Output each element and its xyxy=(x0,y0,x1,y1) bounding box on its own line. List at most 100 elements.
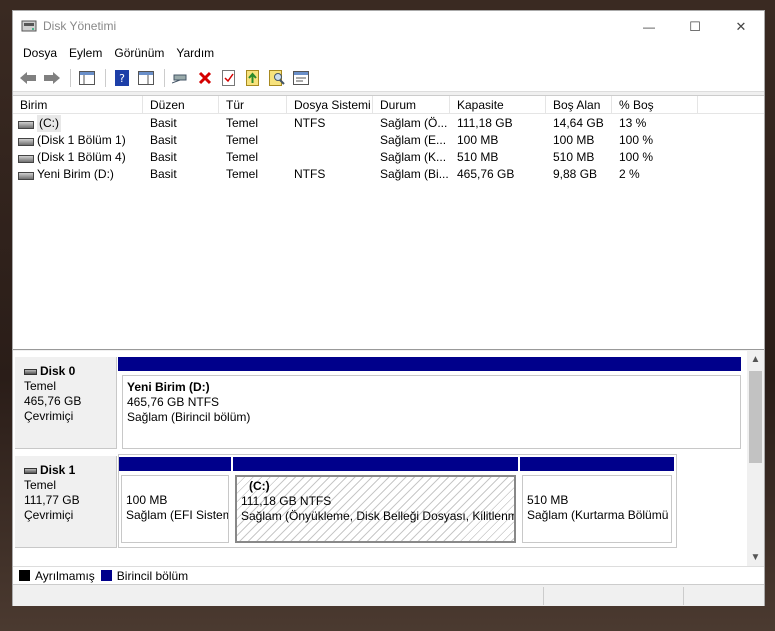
disk-1-size: 111,77 GB xyxy=(24,493,80,507)
volume-capacity: 100 MB xyxy=(457,133,499,147)
volume-layout: Basit xyxy=(150,116,177,130)
menu-dosya[interactable]: Dosya xyxy=(17,43,63,63)
check-button[interactable] xyxy=(218,67,240,89)
scroll-down-arrow[interactable]: ▼ xyxy=(747,549,764,566)
volume-rows: (C:) Basit Temel NTFS Sağlam (Ö... 111,1… xyxy=(13,115,764,183)
partition-header-primary xyxy=(119,457,231,471)
partition-title: Yeni Birim (D:) xyxy=(127,380,210,394)
table-row[interactable]: Yeni Birim (D:) Basit Temel NTFS Sağlam … xyxy=(13,166,764,183)
toolbar-separator xyxy=(105,68,106,87)
volume-capacity: 111,18 GB xyxy=(457,116,513,130)
volume-type: Temel xyxy=(226,116,259,130)
toolbar: ? xyxy=(13,64,764,92)
volume-free: 9,88 GB xyxy=(553,167,598,181)
partition-status: Sağlam (EFI Sistem xyxy=(126,508,229,522)
volume-type: Temel xyxy=(226,150,259,164)
volume-status: Sağlam (K... xyxy=(380,150,447,164)
minimize-button[interactable]: — xyxy=(626,11,672,42)
menu-bar: Dosya Eylem Görünüm Yardım xyxy=(13,42,764,64)
column-header-kapasite[interactable]: Kapasite xyxy=(450,96,546,114)
column-header-tur[interactable]: Tür xyxy=(219,96,287,114)
show-hide-pane-button[interactable] xyxy=(76,67,98,89)
partition-size: 510 MB xyxy=(527,493,569,507)
partition-d[interactable]: Yeni Birim (D:) 465,76 GB NTFS Sağlam (B… xyxy=(118,357,741,449)
partition-size: 111,18 GB NTFS xyxy=(241,494,332,508)
legend-unallocated-label: Ayrılmamış xyxy=(35,568,95,583)
close-button[interactable]: ✕ xyxy=(718,11,764,42)
disk-management-window: Disk Yönetimi — ☐ ✕ Dosya Eylem Görünüm … xyxy=(12,10,765,606)
column-header-birim[interactable]: Birim xyxy=(13,96,143,114)
maximize-button[interactable]: ☐ xyxy=(672,11,718,42)
volume-status: Sağlam (Ö... xyxy=(380,116,448,130)
volume-layout: Basit xyxy=(150,167,177,181)
delete-button[interactable] xyxy=(194,67,216,89)
partition-c[interactable]: (C:) 111,18 GB NTFS Sağlam (Önyükleme, D… xyxy=(233,457,518,545)
check-icon xyxy=(222,69,235,86)
volume-status: Sağlam (Bi... xyxy=(380,167,449,181)
volume-pct-free: 100 % xyxy=(619,133,654,147)
table-row[interactable]: (Disk 1 Bölüm 1) Basit Temel Sağlam (E..… xyxy=(13,132,764,149)
help-button[interactable]: ? xyxy=(111,67,133,89)
volume-type: Temel xyxy=(226,167,259,181)
partition-header-primary xyxy=(118,357,741,371)
volume-icon xyxy=(18,154,34,163)
volume-fs: NTFS xyxy=(294,116,326,130)
connect-button[interactable] xyxy=(170,67,192,89)
volume-layout: Basit xyxy=(150,150,177,164)
maximize-icon: ☐ xyxy=(689,18,701,34)
column-header-duzen[interactable]: Düzen xyxy=(143,96,219,114)
table-row[interactable]: (Disk 1 Bölüm 4) Basit Temel Sağlam (K..… xyxy=(13,149,764,166)
properties-button[interactable] xyxy=(290,67,312,89)
disk-1-label[interactable]: Disk 1 Temel 111,77 GB Çevrimiçi xyxy=(15,456,117,548)
column-header-bos-alan[interactable]: Boş Alan xyxy=(546,96,612,114)
column-header-yuzde-bos[interactable]: % Boş xyxy=(612,96,698,114)
delete-icon xyxy=(198,71,212,84)
column-header-durum[interactable]: Durum xyxy=(373,96,450,114)
volume-name: (Disk 1 Bölüm 1) xyxy=(37,133,126,147)
partition-status: Sağlam (Önyükleme, Disk Belleği Dosyası,… xyxy=(241,509,516,523)
partition-efi[interactable]: 100 MB Sağlam (EFI Sistem xyxy=(119,457,231,545)
show-hide-action-pane-button[interactable] xyxy=(135,67,157,89)
volume-name: Yeni Birim (D:) xyxy=(37,167,114,181)
volume-pct-free: 13 % xyxy=(619,116,647,130)
volume-fs xyxy=(287,132,373,149)
scroll-up-arrow[interactable]: ▲ xyxy=(747,351,764,368)
title-bar: Disk Yönetimi — ☐ ✕ xyxy=(13,11,764,42)
minimize-icon: — xyxy=(643,19,655,34)
menu-eylem[interactable]: Eylem xyxy=(63,43,108,63)
partition-status: Sağlam (Birincil bölüm) xyxy=(127,410,251,424)
menu-yardim[interactable]: Yardım xyxy=(170,43,220,63)
scroll-thumb[interactable] xyxy=(749,371,762,463)
panel2-icon xyxy=(138,70,154,85)
export-button[interactable] xyxy=(242,67,264,89)
search-icon xyxy=(269,69,285,86)
properties-icon xyxy=(293,70,309,85)
back-icon xyxy=(20,71,36,84)
volume-pct-free: 2 % xyxy=(619,167,640,181)
disk-icon xyxy=(24,467,37,474)
back-button[interactable] xyxy=(17,67,39,89)
forward-button[interactable] xyxy=(41,67,63,89)
volume-capacity: 465,76 GB xyxy=(457,167,515,181)
disk-0-label[interactable]: Disk 0 Temel 465,76 GB Çevrimiçi xyxy=(15,357,117,449)
disk-1-type: Temel xyxy=(24,478,57,492)
close-icon: ✕ xyxy=(735,18,747,34)
disk-view-scrollbar[interactable]: ▲ ▼ xyxy=(747,351,764,566)
column-header-dosya-sistemi[interactable]: Dosya Sistemi xyxy=(287,96,373,114)
partition-recovery[interactable]: 510 MB Sağlam (Kurtarma Bölümü xyxy=(520,457,674,545)
search-button[interactable] xyxy=(266,67,288,89)
partition-header-primary xyxy=(520,457,674,471)
toolbar-separator xyxy=(164,68,165,87)
menu-gorunum[interactable]: Görünüm xyxy=(108,43,170,63)
status-divider xyxy=(543,587,544,605)
connect-icon xyxy=(172,74,187,83)
status-divider xyxy=(683,587,684,605)
volume-list: Birim Düzen Tür Dosya Sistemi Durum Kapa… xyxy=(13,95,764,350)
disk-0-type: Temel xyxy=(24,379,57,393)
partition-size: 100 MB xyxy=(126,493,168,507)
table-row[interactable]: (C:) Basit Temel NTFS Sağlam (Ö... 111,1… xyxy=(13,115,764,132)
status-bar xyxy=(13,584,764,606)
panel-icon xyxy=(79,70,95,85)
volume-icon xyxy=(18,120,34,129)
disk-icon xyxy=(24,368,37,375)
